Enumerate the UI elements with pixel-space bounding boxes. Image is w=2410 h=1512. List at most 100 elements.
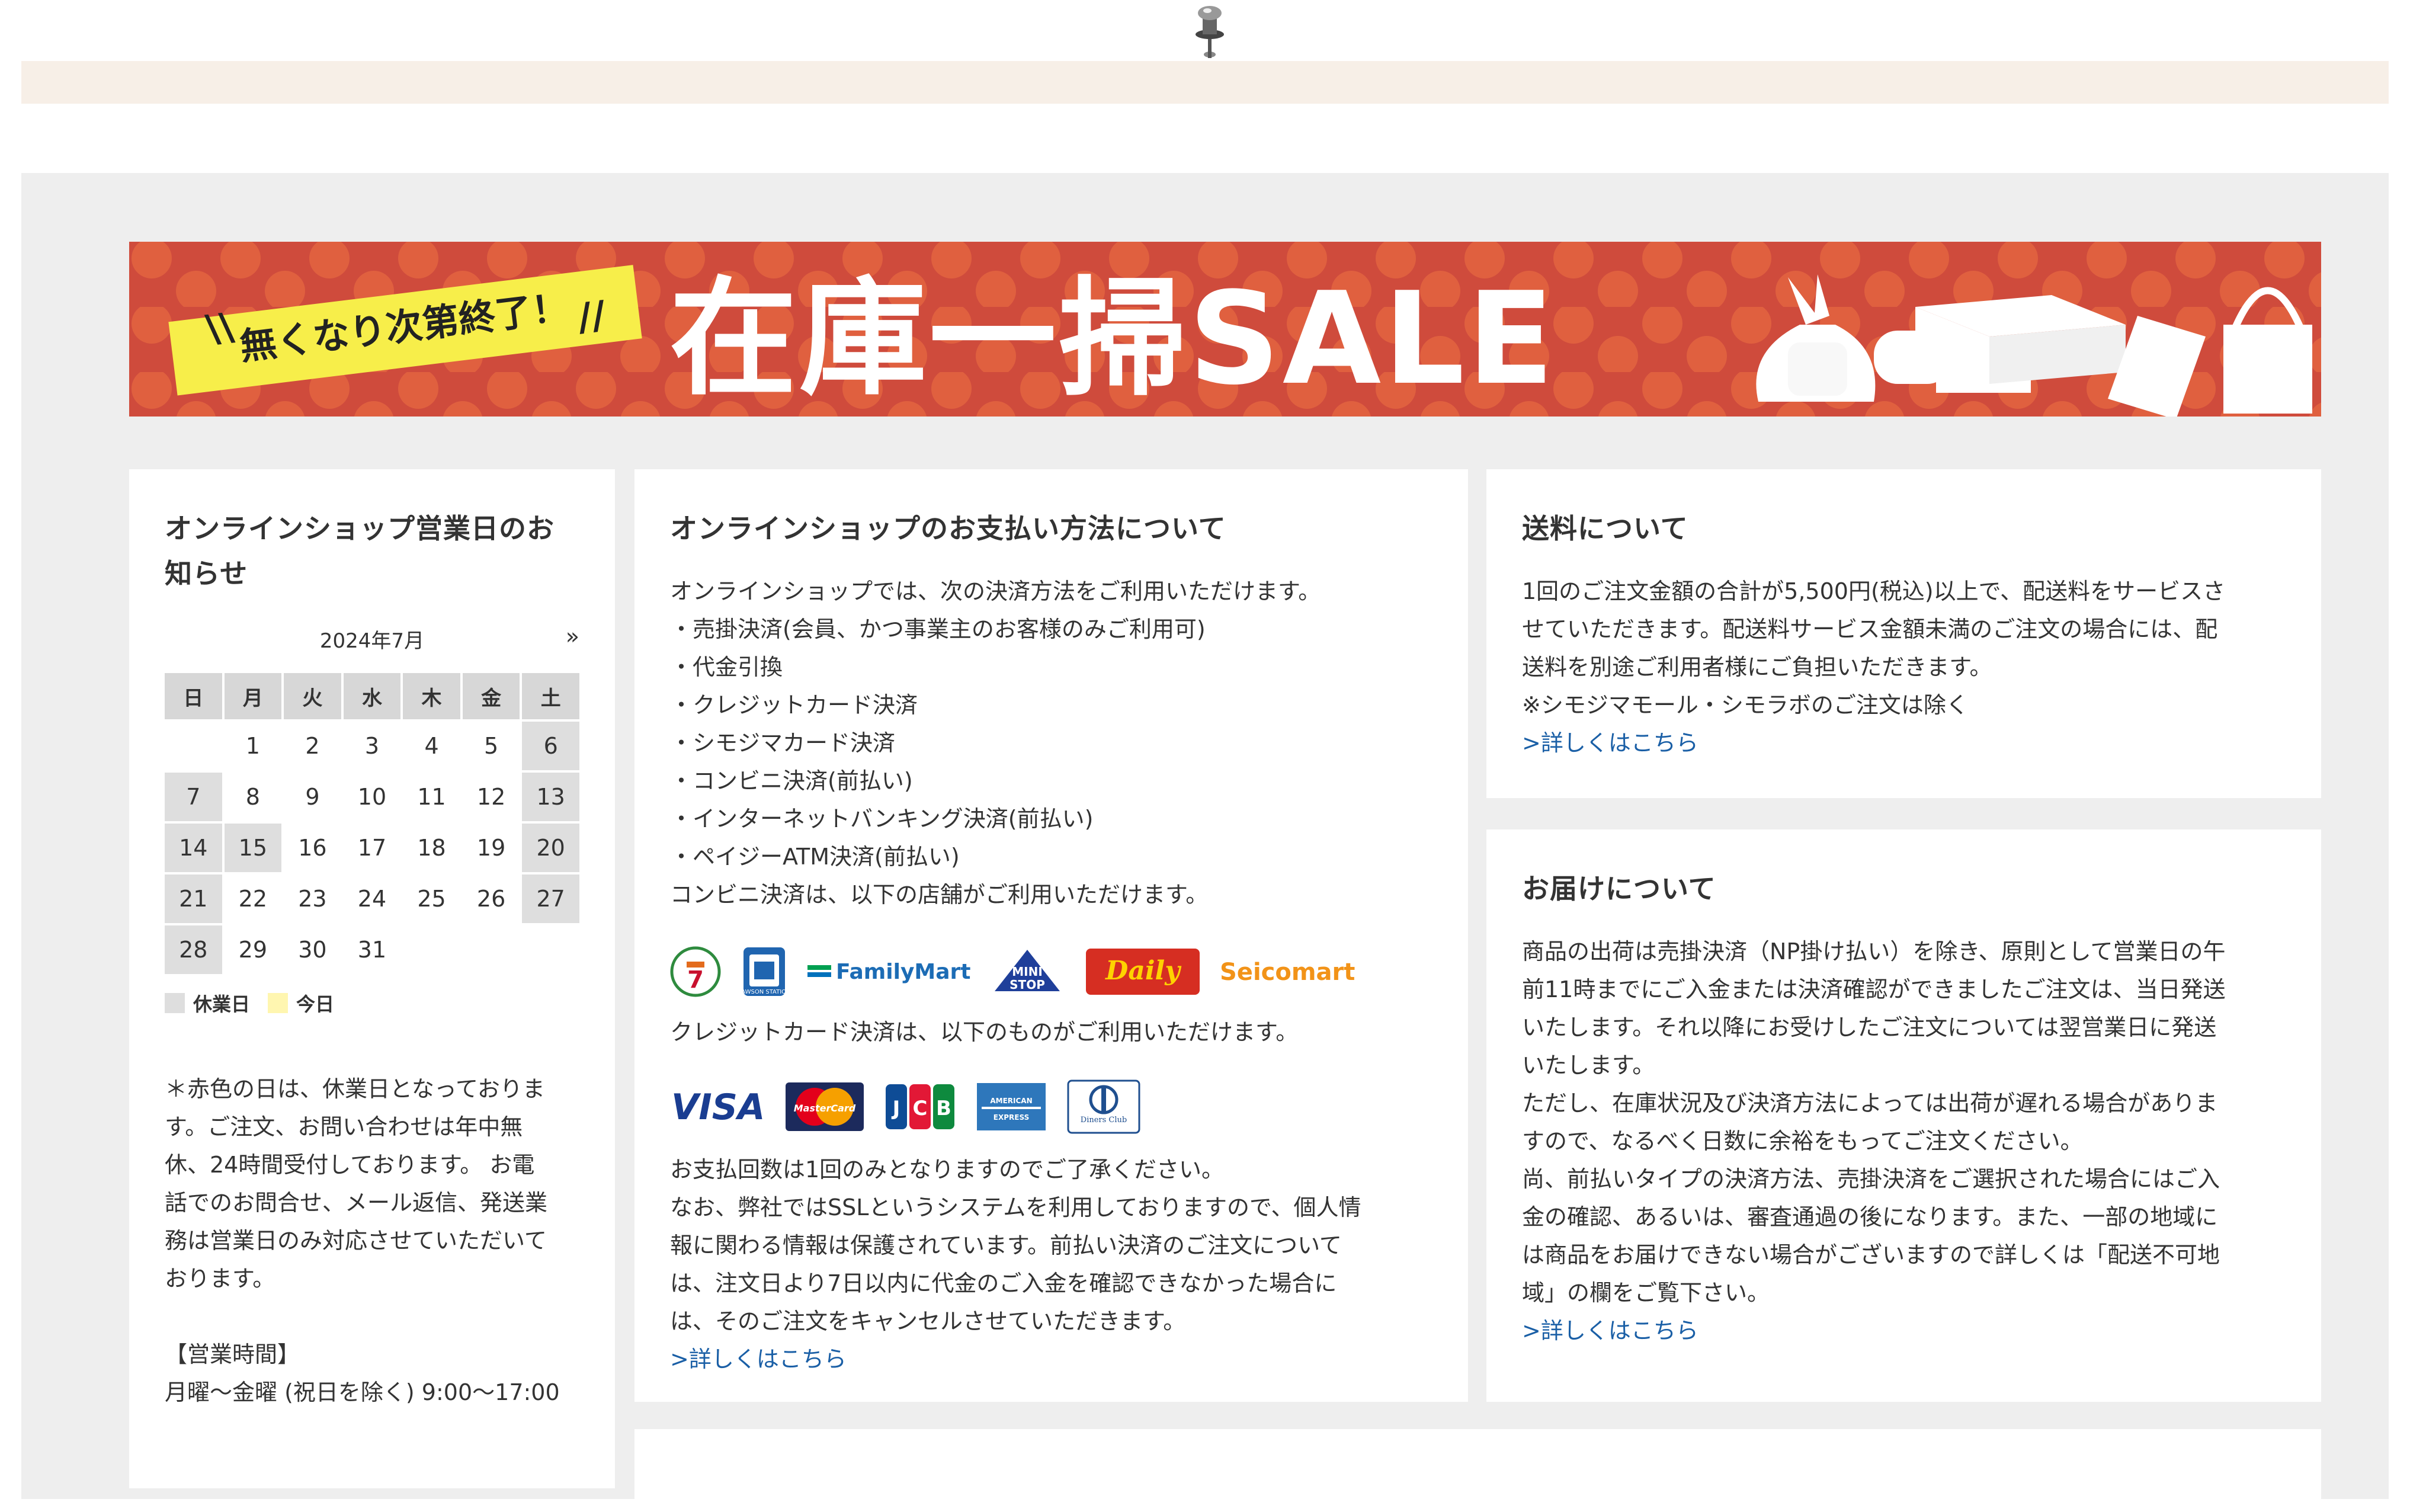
shipping-line: 1回のご注文金額の合計が5,500円(税込)以上で、配送料をサービスさ xyxy=(1522,578,2226,604)
visa-logo: VISA xyxy=(671,1087,765,1127)
calendar-day: 16 xyxy=(298,835,327,861)
calendar-day: 18 xyxy=(417,835,446,861)
payment-line: ・シモジマカード決済 xyxy=(670,730,896,756)
payment-footer-line: は、そのご注文をキャンセルさせていただきます。 xyxy=(670,1308,1186,1334)
sale-banner[interactable]: 無くなり次第終了！ \\ // 在庫一掃SALE xyxy=(129,242,2321,417)
calendar-week-row: 1 2 3 4 56 xyxy=(165,722,579,770)
shipping-text: 1回のご注文金額の合計が5,500円(税込)以上で、配送料をサービスさ せていた… xyxy=(1522,572,2286,724)
calendar-note: ＊赤色の日は、休業日となっておりま す。ご注文、お問い合わせは年中無 休、24時… xyxy=(165,1070,579,1298)
credit-card-logos: VISA MasterCard J C B AMERICAN EXPRESS D… xyxy=(670,1077,1432,1136)
calendar-day: 30 xyxy=(298,937,327,963)
calendar-day: 20 xyxy=(522,824,579,872)
diners-club-logo: Diners Club xyxy=(1067,1079,1140,1134)
calendar-grid: 日 月 火 水 木 金 土 1 2 3 4 5 6 7 8 9 10 11 12 13 14 15 16 17 1… xyxy=(162,671,582,976)
delivery-line: 商品の出荷は売掛決済（NP掛け払い）を除き、原則として営業日の午 xyxy=(1522,938,2226,965)
calendar-day: 21 xyxy=(165,874,222,923)
calendar-day: 3 xyxy=(364,733,380,759)
svg-text:Daily: Daily xyxy=(1104,956,1182,986)
shipping-details-link[interactable]: >詳しくはこちら xyxy=(1522,724,2286,762)
svg-text:AMERICAN: AMERICAN xyxy=(990,1097,1032,1105)
payment-line: オンラインショップでは、次の決済方法をご利用いただけます。 xyxy=(670,578,1321,604)
payment-footer: お支払回数は1回のみとなりますのでご了承ください。 なお、弊社ではSSLというシ… xyxy=(670,1151,1432,1340)
calendar-week-row: 28 29 30 31 xyxy=(165,925,579,974)
legend-today-label: 今日 xyxy=(296,993,335,1016)
calendar-day: 29 xyxy=(238,937,268,963)
note-line: 務は営業日のみ対応させていただいて xyxy=(165,1228,547,1254)
calendar-week-row: 7 8 9 10 11 12 13 xyxy=(165,773,579,821)
banner-title: 在庫一掃SALE xyxy=(669,264,1556,413)
lawson-station-logo: LAWSON STATION xyxy=(739,947,790,996)
holiday-swatch xyxy=(165,993,185,1013)
calendar-day: 1 xyxy=(245,733,260,759)
payment-line: ・クレジットカード決済 xyxy=(670,692,918,718)
hours-text: 月曜〜金曜 (祝日を除く) 9:00〜17:00 xyxy=(165,1379,560,1405)
hours-label: 【営業時間】 xyxy=(165,1341,300,1367)
svg-text:7: 7 xyxy=(687,966,704,994)
calendar-day: 4 xyxy=(424,733,439,759)
shipping-line: 送料を別途ご利用者様にご負担いただきます。 xyxy=(1522,654,1992,680)
calendar-card-title: オンラインショップ営業日のお知らせ xyxy=(165,512,555,590)
seven-eleven-logo: 7 xyxy=(670,946,721,997)
svg-text:LAWSON STATION: LAWSON STATION xyxy=(739,989,790,995)
calendar-day: 5 xyxy=(484,733,499,759)
calendar-day: 23 xyxy=(298,886,327,912)
note-line: おります。 xyxy=(165,1266,275,1292)
payment-intro: オンラインショップでは、次の決済方法をご利用いただけます。 ・売掛決済(会員、か… xyxy=(670,572,1432,914)
calendar-month: 2024年7月 xyxy=(319,629,425,653)
delivery-card: お届けについて 商品の出荷は売掛決済（NP掛け払い）を除き、原則として営業日の午… xyxy=(1486,829,2321,1402)
weekday-header: 金 xyxy=(462,673,520,719)
calendar-day: 10 xyxy=(357,784,387,810)
calendar-day: 7 xyxy=(165,773,222,821)
weekday-header: 火 xyxy=(284,673,341,719)
calendar-day: 14 xyxy=(165,824,222,872)
business-hours: 【営業時間】 月曜〜金曜 (祝日を除く) 9:00〜17:00 xyxy=(165,1335,579,1411)
delivery-line: は商品をお届けできない場合がございますので詳しくは「配送不可地 xyxy=(1522,1242,2220,1268)
svg-text:EXPRESS: EXPRESS xyxy=(994,1113,1029,1122)
next-info-card xyxy=(634,1429,2321,1512)
payment-line: ・ペイジーATM決済(前払い) xyxy=(670,844,960,870)
calendar-legend: 休業日 今日 xyxy=(165,989,579,1017)
calendar-day: 28 xyxy=(165,925,222,974)
jcb-logo: J C B xyxy=(886,1084,954,1129)
payment-footer-line: 報に関わる情報は保護されています。前払い決済のご注文について xyxy=(670,1232,1342,1258)
svg-text:Seicomart: Seicomart xyxy=(1220,959,1355,986)
calendar-day: 11 xyxy=(417,784,446,810)
daily-yamazaki-logo: Daily xyxy=(1085,949,1200,995)
seicomart-logo: Seicomart xyxy=(1220,959,1355,986)
note-line: 休、24時間受付しております。 お電 xyxy=(165,1152,535,1178)
calendar-next-month-button[interactable]: » xyxy=(566,623,579,649)
shipping-fee-card: 送料について 1回のご注文金額の合計が5,500円(税込)以上で、配送料をサービ… xyxy=(1486,469,2321,798)
familymart-stripes-icon xyxy=(807,965,831,977)
svg-text:VISA: VISA xyxy=(671,1087,765,1127)
payment-card-title: オンラインショップのお支払い方法について xyxy=(670,512,1226,544)
calendar-empty-cell xyxy=(522,925,579,974)
delivery-line: ただし、在庫状況及び決済方法によっては出荷が遅れる場合がありま xyxy=(1522,1090,2218,1116)
credit-card-line: クレジットカード決済は、以下のものがご利用いただけます。 xyxy=(670,1013,1432,1051)
weekday-header: 木 xyxy=(403,673,460,719)
payment-line: ・インターネットバンキング決済(前払い) xyxy=(670,806,1094,832)
weekday-header: 月 xyxy=(224,673,282,719)
calendar-day: 8 xyxy=(245,784,260,810)
svg-text://: // xyxy=(575,293,608,340)
calendar-empty-cell xyxy=(165,722,222,770)
payment-line: ・コンビニ決済(前払い) xyxy=(670,768,913,794)
payment-details-link[interactable]: >詳しくはこちら xyxy=(670,1340,1432,1378)
svg-text:J: J xyxy=(892,1097,900,1120)
delivery-details-link[interactable]: >詳しくはこちら xyxy=(1522,1312,2286,1350)
business-calendar-card: オンラインショップ営業日のお知らせ 2024年7月 » 日 月 火 水 木 金 … xyxy=(129,469,615,1488)
calendar-day: 31 xyxy=(357,937,387,963)
note-line: 話でのお問合せ、メール返信、発送業 xyxy=(165,1190,548,1216)
delivery-line: 域」の欄をご覧下さい。 xyxy=(1522,1280,1770,1306)
svg-text:MINI: MINI xyxy=(1012,965,1043,979)
calendar-day: 9 xyxy=(305,784,320,810)
svg-text:MasterCard: MasterCard xyxy=(794,1103,856,1114)
sale-banner-graphic: 無くなり次第終了！ \\ // 在庫一掃SALE xyxy=(129,242,2321,417)
delivery-line: 尚、前払いタイプの決済方法、売掛決済をご選択された場合にはご入 xyxy=(1522,1166,2220,1192)
svg-text:STOP: STOP xyxy=(1009,978,1045,992)
shipping-card-title: 送料について xyxy=(1522,512,1688,544)
calendar-empty-cell xyxy=(463,925,520,974)
calendar-day: 25 xyxy=(417,886,446,912)
calendar-empty-cell xyxy=(403,925,460,974)
payment-line: ・売掛決済(会員、かつ事業主のお客様のみご利用可) xyxy=(670,616,1206,642)
calendar-day: 13 xyxy=(522,773,579,821)
